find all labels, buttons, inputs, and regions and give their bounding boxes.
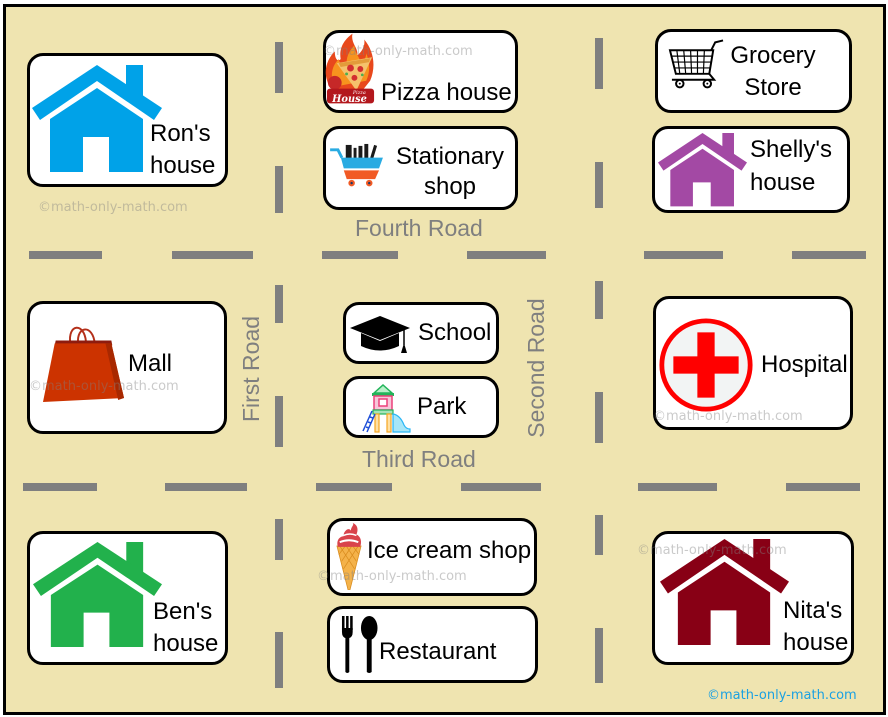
stationery-cart-icon xyxy=(330,143,383,187)
place-label: Shelly's house xyxy=(750,133,832,199)
place-label: Ron's house xyxy=(150,118,215,182)
road-dash xyxy=(638,483,717,491)
watermark: ©math-only-math.com xyxy=(38,200,188,215)
graduation-cap-icon xyxy=(350,316,410,353)
label-line: Pizza house xyxy=(381,79,512,106)
place-park: Park xyxy=(343,376,499,438)
place-grocery-store: Grocery Store xyxy=(655,29,852,113)
label-line: Ice cream shop xyxy=(367,537,532,564)
label-line: Stationary xyxy=(395,143,505,170)
road-dash xyxy=(595,162,603,208)
place-label: Park xyxy=(417,391,466,423)
place-shellys-house: Shelly's house xyxy=(652,126,850,213)
road-dash xyxy=(461,483,541,491)
road-dash xyxy=(786,483,860,491)
place-bens-house: Ben's house xyxy=(27,531,228,665)
watermark: ©math-only-math.com xyxy=(637,543,787,558)
medical-cross-icon xyxy=(659,318,753,412)
label-line: house xyxy=(750,169,816,196)
place-label: Pizza house xyxy=(381,77,512,109)
label-line: Nita's xyxy=(783,597,843,624)
watermark: ©math-only-math.com xyxy=(29,379,179,394)
place-label: Hospital xyxy=(761,349,848,381)
road-label-first: First Road xyxy=(238,315,264,423)
road-dash xyxy=(792,251,866,259)
road-dash xyxy=(595,392,603,443)
road-dash xyxy=(29,251,102,259)
place-restaurant: Restaurant xyxy=(327,606,538,683)
label-line: Ben's xyxy=(153,598,213,625)
road-dash xyxy=(595,281,603,319)
road-dash xyxy=(595,515,603,555)
pizza-logo-text: House xyxy=(331,94,367,105)
watermark: ©math-only-math.com xyxy=(323,44,473,59)
place-ice-cream-shop: Ice cream shop xyxy=(327,518,537,596)
place-label: Ben's house xyxy=(153,596,218,660)
road-dash xyxy=(165,483,247,491)
place-pizza-house: Pizza House Pizza house xyxy=(323,30,518,113)
house-icon xyxy=(33,542,162,648)
label-line: shop xyxy=(423,173,477,200)
house-icon xyxy=(658,133,747,207)
label-line: Hospital xyxy=(761,351,848,378)
place-label: Grocery Store xyxy=(713,40,833,104)
place-label: Nita's house xyxy=(783,595,848,659)
place-label: Mall xyxy=(128,348,172,380)
road-dash xyxy=(595,38,603,89)
road-dash xyxy=(467,251,546,259)
road-label-third: Third Road xyxy=(362,446,476,472)
place-label: School xyxy=(418,317,491,349)
label-line: Ron's xyxy=(150,120,211,147)
place-label: Ice cream shop xyxy=(367,535,531,567)
road-dash xyxy=(275,519,283,560)
house-icon xyxy=(32,65,162,172)
road-dash xyxy=(316,483,392,491)
place-mall: Mall xyxy=(27,301,227,434)
label-line: house xyxy=(783,629,849,656)
road-dash xyxy=(275,632,283,688)
playground-slide-icon xyxy=(362,383,411,433)
road-dash xyxy=(275,396,283,447)
place-stationary-shop: Stationary shop xyxy=(323,126,518,210)
road-dash xyxy=(595,628,603,683)
site-credit: ©math-only-math.com xyxy=(707,688,857,703)
place-label: Restaurant xyxy=(379,636,496,668)
road-label-second: Second Road xyxy=(523,298,549,438)
label-line: house xyxy=(153,630,219,657)
place-rons-house: Ron's house xyxy=(27,53,228,187)
label-line: house xyxy=(150,152,216,179)
road-dash xyxy=(23,483,97,491)
road-dash xyxy=(322,251,398,259)
road-dash xyxy=(275,166,283,213)
road-dash xyxy=(275,285,283,323)
road-dash xyxy=(172,251,253,259)
label-line: Store xyxy=(744,74,802,101)
road-label-fourth: Fourth Road xyxy=(355,215,483,241)
label-line: Park xyxy=(417,393,467,420)
label-line: Restaurant xyxy=(379,638,497,665)
place-school: School xyxy=(343,302,499,364)
label-line: Mall xyxy=(128,350,173,377)
place-label: Stationary shop xyxy=(390,142,510,202)
road-dash xyxy=(644,251,723,259)
label-line: Shelly's xyxy=(750,136,832,163)
label-line: Grocery xyxy=(730,42,816,69)
label-line: School xyxy=(418,319,492,346)
watermark: ©math-only-math.com xyxy=(653,409,803,424)
fork-and-spoon-icon xyxy=(341,616,378,673)
watermark: ©math-only-math.com xyxy=(317,569,467,584)
road-dash xyxy=(275,42,283,93)
